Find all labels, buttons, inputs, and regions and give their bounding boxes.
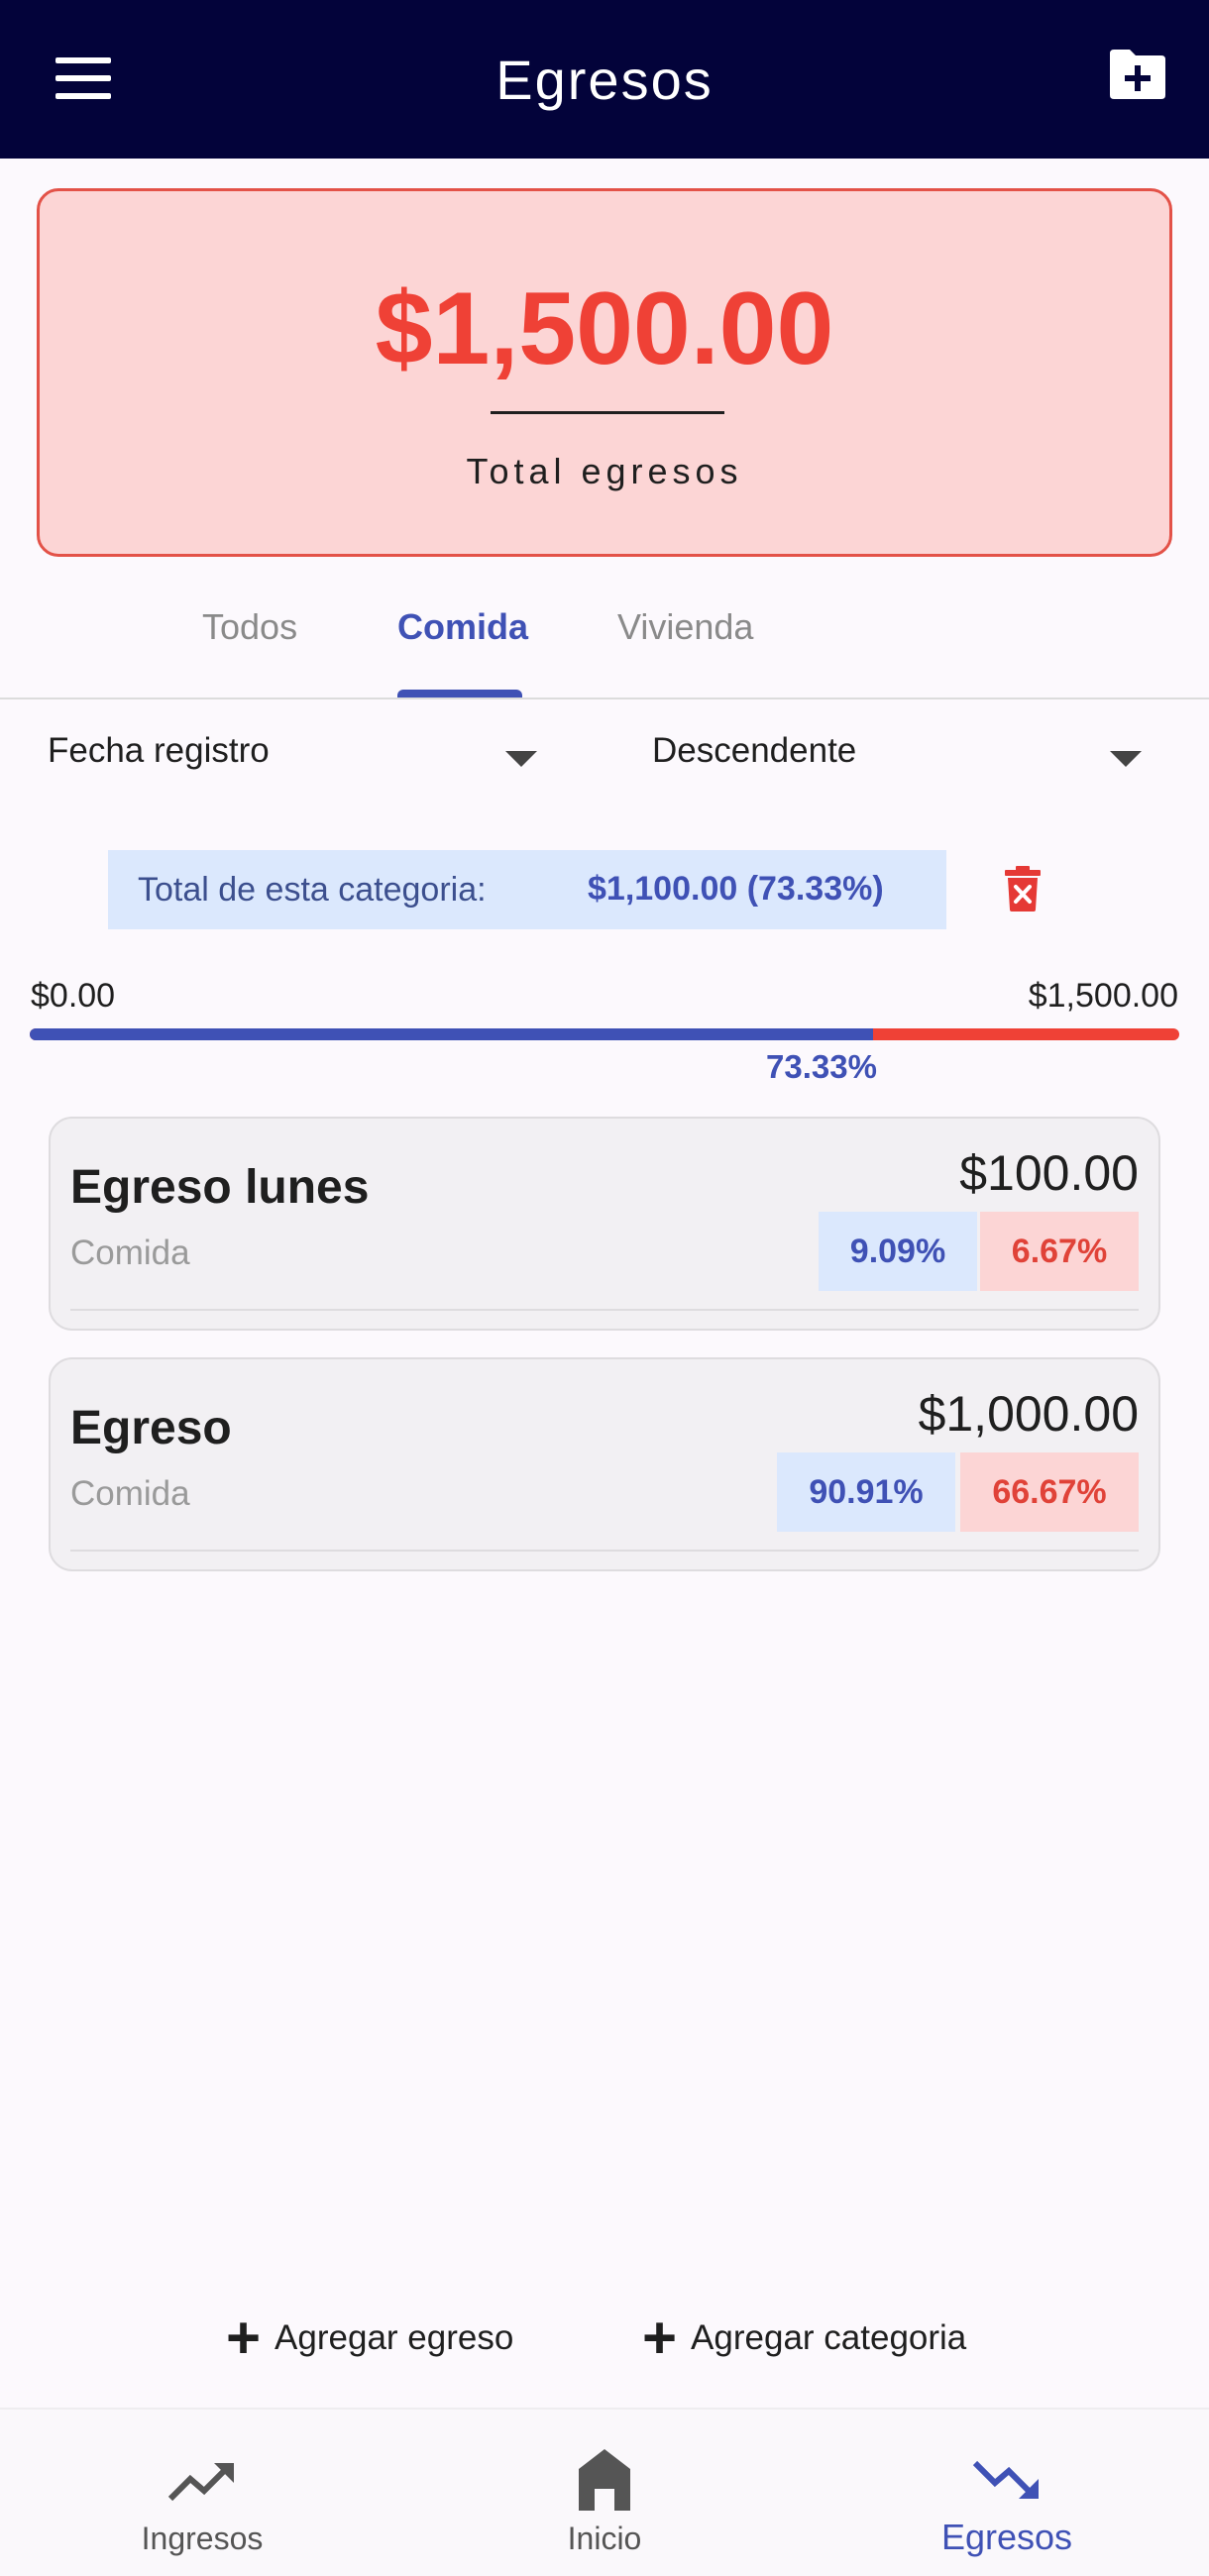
tab-todos[interactable]: Todos [202, 606, 297, 648]
total-amount: $1,500.00 [375, 271, 834, 386]
divider [70, 1309, 1139, 1311]
category-percent-badge: 90.91% [777, 1452, 955, 1532]
add-expense-label: Agregar egreso [275, 2318, 514, 2357]
progress-fill [30, 1028, 873, 1040]
tab-vivienda[interactable]: Vivienda [617, 606, 753, 648]
divider [491, 411, 724, 414]
expense-amount: $1,000.00 [918, 1386, 1139, 1442]
nav-label: Inicio [567, 2521, 642, 2556]
sort-order-value: Descendente [652, 731, 857, 770]
add-expense-button[interactable]: + Agregar egreso [226, 2308, 513, 2368]
expense-amount: $100.00 [959, 1145, 1139, 1201]
dropdown-arrow-icon [505, 751, 537, 767]
progress-max-label: $1,500.00 [1028, 977, 1178, 1015]
progress-percent-label: 73.33% [766, 1048, 877, 1085]
plus-icon: + [226, 2305, 262, 2371]
nav-label: Ingresos [141, 2521, 264, 2556]
sort-field-dropdown[interactable]: Fecha registro [48, 731, 543, 787]
menu-icon[interactable] [55, 57, 111, 99]
category-total-banner: Total de esta categoria: $1,100.00 (73.3… [108, 850, 946, 929]
category-total-label: Total de esta categoria: [138, 870, 487, 909]
plus-icon: + [642, 2305, 678, 2371]
sort-order-dropdown[interactable]: Descendente [652, 731, 1187, 787]
page-title: Egresos [495, 48, 714, 111]
divider [70, 1550, 1139, 1552]
category-progress-bar [30, 1028, 1179, 1040]
progress-min-label: $0.00 [31, 977, 116, 1015]
expense-item[interactable]: Egreso Comida $1,000.00 90.91% 66.67% [49, 1357, 1160, 1571]
add-category-label: Agregar categoria [691, 2318, 967, 2357]
nav-label: Egresos [940, 2517, 1073, 2557]
tab-comida[interactable]: Comida [397, 606, 528, 648]
expense-item[interactable]: Egreso lunes Comida $100.00 9.09% 6.67% [49, 1117, 1160, 1331]
total-percent-badge: 6.67% [980, 1212, 1139, 1291]
bottom-navigation: Ingresos Inicio Egresos [0, 2408, 1209, 2576]
category-percent-badge: 9.09% [819, 1212, 977, 1291]
total-percent-badge: 66.67% [960, 1452, 1139, 1532]
expense-name: Egreso lunes [70, 1161, 370, 1214]
dropdown-arrow-icon [1110, 751, 1142, 767]
trending-up-icon [167, 2463, 234, 2502]
category-total-value: $1,100.00 (73.33%) [588, 870, 884, 908]
trending-down-icon [972, 2460, 1039, 2499]
total-label: Total egresos [466, 451, 743, 491]
nav-item-inicio[interactable]: Inicio [456, 2410, 753, 2576]
home-icon [579, 2449, 630, 2511]
sort-field-value: Fecha registro [48, 731, 270, 770]
folder-add-icon[interactable] [1106, 46, 1169, 101]
expense-category: Comida [70, 1234, 190, 1272]
trash-icon[interactable] [1003, 866, 1043, 912]
nav-item-egresos[interactable]: Egresos [858, 2410, 1155, 2576]
category-tabs: Todos Comida Vivienda [0, 585, 1209, 699]
app-bar: Egresos [0, 0, 1209, 159]
nav-item-ingresos[interactable]: Ingresos [54, 2410, 351, 2576]
divider [0, 698, 1209, 699]
expense-category: Comida [70, 1474, 190, 1513]
expense-name: Egreso [70, 1402, 232, 1454]
total-expenses-card: $1,500.00 Total egresos [37, 188, 1172, 557]
add-category-button[interactable]: + Agregar categoria [642, 2308, 966, 2368]
